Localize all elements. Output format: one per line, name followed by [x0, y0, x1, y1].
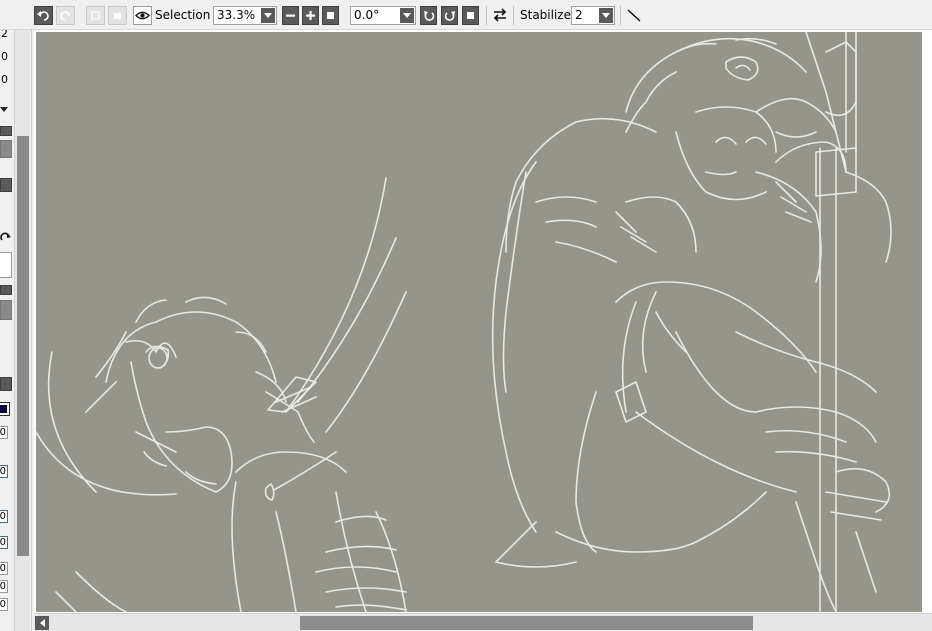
- diagonal-line-icon: [627, 9, 641, 22]
- panel-scrollbar[interactable]: [14, 0, 30, 631]
- stabilizer-label: Stabilizer: [520, 8, 576, 22]
- undo-button[interactable]: [34, 6, 53, 25]
- zoom-in-button[interactable]: [302, 6, 319, 25]
- rotate-left-button[interactable]: [420, 6, 437, 25]
- zoom-reset-button[interactable]: [322, 6, 339, 25]
- panel-up-button[interactable]: [0, 126, 12, 136]
- minus-icon: [286, 14, 295, 17]
- square-icon: [467, 12, 474, 19]
- line-art-sketch: [36, 32, 892, 612]
- scroll-thumb[interactable]: [17, 136, 29, 556]
- panel-value-2: 0: [1, 50, 8, 63]
- redo-icon: [60, 11, 70, 21]
- copy-button[interactable]: [108, 6, 127, 25]
- zoom-out-button[interactable]: [282, 6, 299, 25]
- panel-field-5[interactable]: 0: [0, 562, 8, 575]
- rotation-value: 0.0°: [354, 8, 380, 22]
- copy-icon: [114, 13, 121, 19]
- panel-down-button-2[interactable]: [0, 377, 12, 391]
- canvas-horizontal-scrollbar[interactable]: [34, 613, 932, 631]
- panel-field-6[interactable]: 0: [0, 580, 8, 593]
- chevron-left-icon: [40, 619, 45, 627]
- rotate-right-icon: [444, 10, 455, 21]
- toolbar-divider: [620, 6, 621, 25]
- panel-field-7[interactable]: 0: [0, 598, 8, 611]
- rotate-icon[interactable]: [0, 232, 12, 244]
- zoom-value: 33.3%: [217, 8, 256, 22]
- stabilizer-value: 2: [575, 8, 583, 22]
- cut-icon: [91, 11, 100, 20]
- chevron-down-icon[interactable]: [599, 8, 613, 23]
- rotation-select[interactable]: 0.0°: [350, 6, 416, 25]
- eye-icon: [135, 11, 150, 20]
- panel-input-box[interactable]: [0, 252, 12, 278]
- square-icon: [327, 12, 334, 19]
- rotate-left-icon: [423, 10, 434, 21]
- panel-field-1[interactable]: 0: [0, 426, 8, 439]
- panel-value-3: 0: [1, 73, 8, 86]
- toolbar-divider: [486, 6, 487, 25]
- line-tool-button[interactable]: [625, 7, 643, 24]
- scroll-thumb[interactable]: [300, 616, 753, 630]
- stabilizer-select[interactable]: 2: [571, 6, 615, 25]
- left-tool-panel: 2 0 0 0 0 0 0 0 0 0: [0, 0, 32, 631]
- selection-label: Selection: [155, 8, 211, 22]
- panel-slider-thumb[interactable]: [0, 140, 12, 158]
- panel-field-2[interactable]: 0: [0, 465, 8, 478]
- cut-button[interactable]: [86, 6, 105, 25]
- panel-field-4[interactable]: 0: [0, 536, 8, 549]
- paint-app-window: 2 0 0 0 0 0 0 0 0 0 Selection 33.3% 0.0°…: [0, 0, 932, 631]
- undo-icon: [37, 11, 49, 21]
- toolbar-divider: [513, 6, 514, 25]
- toolbar: Selection 33.3% 0.0° Stabilizer 2: [0, 0, 932, 30]
- drawing-canvas[interactable]: [36, 32, 922, 612]
- panel-field-3[interactable]: 0: [0, 510, 8, 523]
- swap-arrows-icon: [493, 8, 507, 22]
- rotate-reset-button[interactable]: [462, 6, 479, 25]
- panel-slider-thumb-2[interactable]: [0, 300, 12, 320]
- chevron-down-icon[interactable]: [261, 8, 275, 23]
- chevron-down-icon[interactable]: [0, 103, 10, 112]
- view-selection-button[interactable]: [133, 6, 152, 25]
- chevron-down-icon[interactable]: [400, 8, 414, 23]
- redo-button[interactable]: [56, 6, 75, 25]
- color-swatch[interactable]: [0, 402, 10, 416]
- panel-up-button-2[interactable]: [0, 285, 12, 295]
- plus-icon: [306, 11, 315, 20]
- zoom-select[interactable]: 33.3%: [213, 6, 277, 25]
- flip-horizontal-button[interactable]: [492, 7, 508, 23]
- canvas-frame: [34, 30, 932, 614]
- scroll-left-button[interactable]: [35, 616, 49, 630]
- panel-down-button[interactable]: [0, 178, 12, 192]
- rotate-right-button[interactable]: [441, 6, 458, 25]
